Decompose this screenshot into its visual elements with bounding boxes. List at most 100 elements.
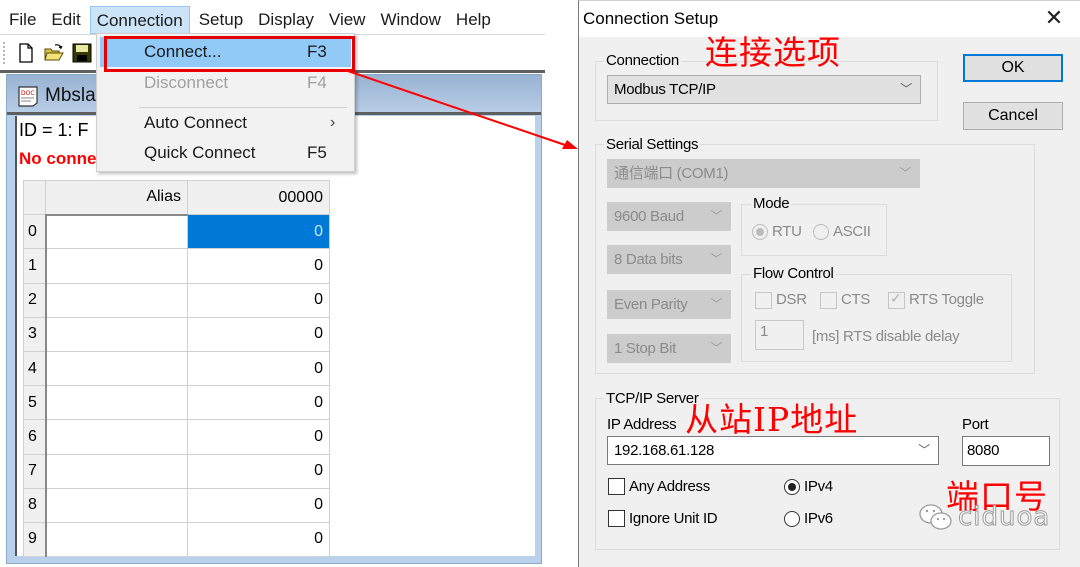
menubar: File Edit Connection Setup Display View … bbox=[0, 5, 545, 35]
close-icon[interactable]: ✕ bbox=[1042, 5, 1066, 31]
parity-value: Even Parity bbox=[614, 296, 688, 313]
menu-file[interactable]: File bbox=[3, 6, 42, 34]
row-header[interactable]: 2 bbox=[23, 282, 47, 318]
connection-status: No conne bbox=[19, 149, 97, 168]
alias-cell[interactable] bbox=[45, 248, 188, 284]
alias-cell[interactable] bbox=[45, 385, 188, 421]
table-row: 80 bbox=[23, 487, 330, 523]
row-header[interactable]: 4 bbox=[23, 350, 47, 387]
annotation-slave-ip: 从站IP地址 bbox=[685, 400, 859, 439]
port-input[interactable]: 8080 bbox=[962, 436, 1050, 466]
rts-delay-input[interactable]: 1 bbox=[755, 320, 804, 350]
chevron-down-icon: ﹀ bbox=[710, 252, 722, 266]
stop-bits-value: 1 Stop Bit bbox=[614, 340, 677, 357]
row-header[interactable]: 9 bbox=[23, 521, 47, 558]
ok-button[interactable]: OK bbox=[963, 54, 1063, 82]
menu-display[interactable]: Display bbox=[252, 6, 320, 34]
checkmark-icon: ✓ bbox=[890, 290, 902, 306]
value-cell[interactable]: 0 bbox=[187, 419, 330, 455]
menu-connection[interactable]: Connection bbox=[89, 6, 190, 34]
column-header-alias[interactable]: Alias bbox=[45, 179, 188, 216]
chevron-down-icon: ﹀ bbox=[918, 443, 930, 457]
document-icon: DOC bbox=[18, 86, 38, 107]
value-cell[interactable]: 0 bbox=[187, 282, 330, 318]
connection-type-select[interactable]: Modbus TCP/IP ﹀ bbox=[607, 75, 921, 104]
com-port-select[interactable]: 通信端口 (COM1) ﹀ bbox=[607, 159, 920, 188]
menu-item-quick-connect[interactable]: Quick Connect F5 bbox=[100, 138, 351, 168]
ignore-unit-id-checkbox[interactable] bbox=[608, 510, 625, 527]
mode-group-label: Mode bbox=[751, 195, 792, 212]
toolbar-grip[interactable] bbox=[3, 42, 6, 64]
annotation-arrow-head bbox=[562, 140, 578, 149]
row-header[interactable]: 5 bbox=[23, 385, 47, 421]
row-header[interactable]: 0 bbox=[23, 214, 47, 250]
row-header[interactable]: 8 bbox=[23, 487, 47, 523]
alias-cell[interactable] bbox=[45, 350, 188, 387]
ip-address-label: IP Address bbox=[607, 416, 677, 433]
value-cell[interactable]: 0 bbox=[187, 316, 330, 352]
watermark: ciduoa bbox=[918, 502, 1051, 533]
menu-view[interactable]: View bbox=[323, 6, 372, 34]
value-cell[interactable]: 0 bbox=[187, 521, 330, 558]
stop-bits-select[interactable]: 1 Stop Bit ﹀ bbox=[607, 334, 731, 363]
data-bits-value: 8 Data bits bbox=[614, 251, 683, 268]
row-header[interactable]: 1 bbox=[23, 248, 47, 284]
row-header[interactable]: 3 bbox=[23, 316, 47, 352]
value-cell[interactable]: 0 bbox=[187, 350, 330, 387]
ignore-unit-id-label: Ignore Unit ID bbox=[629, 510, 718, 527]
submenu-arrow-icon: › bbox=[330, 114, 336, 131]
value-cell[interactable]: 0 bbox=[187, 214, 330, 250]
data-bits-select[interactable]: 8 Data bits ﹀ bbox=[607, 245, 731, 274]
baud-rate-select[interactable]: 9600 Baud ﹀ bbox=[607, 202, 731, 231]
row-header[interactable]: 7 bbox=[23, 453, 47, 489]
ipv6-label: IPv6 bbox=[804, 510, 833, 527]
menu-help[interactable]: Help bbox=[450, 6, 497, 34]
alias-cell[interactable] bbox=[45, 419, 188, 455]
parity-select[interactable]: Even Parity ﹀ bbox=[607, 290, 731, 319]
any-address-checkbox[interactable] bbox=[608, 478, 625, 495]
mode-rtu-label: RTU bbox=[772, 223, 802, 240]
cancel-button[interactable]: Cancel bbox=[963, 102, 1063, 130]
mode-rtu-radio[interactable] bbox=[752, 224, 768, 240]
alias-cell[interactable] bbox=[45, 214, 188, 250]
ipv6-radio[interactable] bbox=[784, 511, 800, 527]
annotation-connection-option: 连接选项 bbox=[705, 33, 841, 72]
alias-cell[interactable] bbox=[45, 282, 188, 318]
chevron-down-icon: ﹀ bbox=[899, 166, 911, 180]
alias-cell[interactable] bbox=[45, 453, 188, 489]
open-folder-icon[interactable] bbox=[44, 43, 64, 63]
cts-checkbox[interactable] bbox=[820, 292, 837, 309]
chevron-down-icon: ﹀ bbox=[710, 209, 722, 223]
value-cell[interactable]: 0 bbox=[187, 487, 330, 523]
menu-item-auto-connect[interactable]: Auto Connect › bbox=[100, 108, 351, 138]
watermark-text: ciduoa bbox=[957, 502, 1051, 533]
alias-cell[interactable] bbox=[45, 487, 188, 523]
alias-cell[interactable] bbox=[45, 521, 188, 558]
slave-id-status: ID = 1: F bbox=[19, 120, 89, 140]
child-window-client: ID = 1: F No conne Alias 00000 001020304… bbox=[15, 116, 535, 558]
mode-ascii-label: ASCII bbox=[833, 223, 871, 240]
menu-item-disconnect-label: Disconnect bbox=[144, 73, 229, 92]
mode-ascii-radio[interactable] bbox=[813, 224, 829, 240]
menu-item-disconnect[interactable]: Disconnect F4 bbox=[100, 68, 351, 98]
row-header[interactable]: 6 bbox=[23, 419, 47, 455]
value-cell[interactable]: 0 bbox=[187, 248, 330, 284]
table-row: 60 bbox=[23, 419, 330, 455]
menu-window[interactable]: Window bbox=[374, 6, 446, 34]
chevron-down-icon: ﹀ bbox=[710, 341, 722, 355]
grid-corner[interactable] bbox=[23, 179, 46, 216]
svg-text:DOC: DOC bbox=[21, 90, 35, 97]
ipv4-radio[interactable] bbox=[784, 479, 800, 495]
rts-toggle-checkbox[interactable]: ✓ bbox=[888, 290, 905, 309]
value-cell[interactable]: 0 bbox=[187, 453, 330, 489]
new-file-icon[interactable] bbox=[16, 43, 36, 63]
value-cell[interactable]: 0 bbox=[187, 385, 330, 421]
cts-label: CTS bbox=[841, 291, 871, 308]
modbus-slave-app: File Edit Connection Setup Display View … bbox=[0, 0, 545, 567]
save-icon[interactable] bbox=[72, 43, 92, 63]
dsr-checkbox[interactable] bbox=[755, 292, 772, 309]
alias-cell[interactable] bbox=[45, 316, 188, 352]
column-header-address[interactable]: 00000 bbox=[187, 179, 330, 216]
menu-setup[interactable]: Setup bbox=[193, 6, 249, 34]
menu-edit[interactable]: Edit bbox=[45, 6, 86, 34]
